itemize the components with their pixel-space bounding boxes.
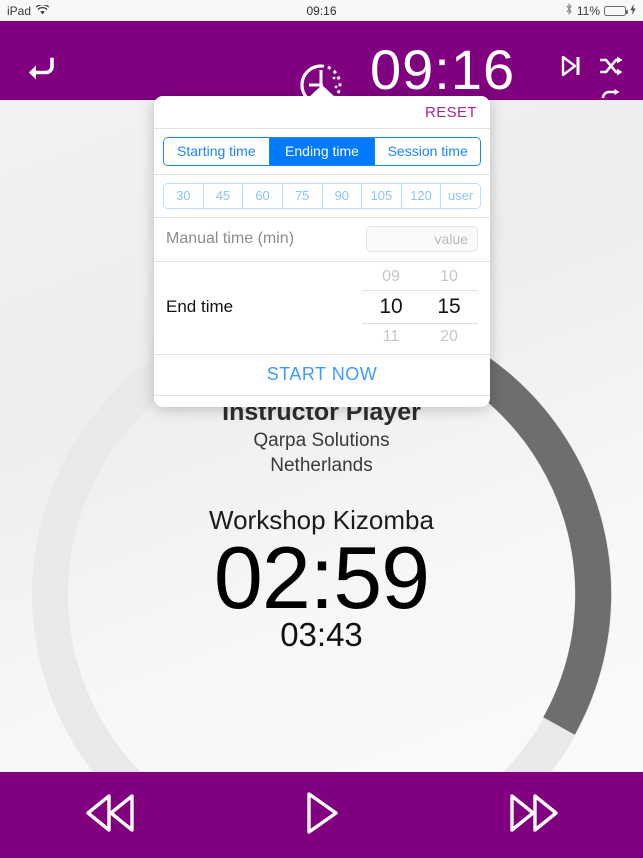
manual-time-label: Manual time (min) — [166, 230, 295, 247]
preset-duration-group: 30 45 60 75 90 105 120 user — [163, 183, 481, 209]
status-bar: iPad 09:16 11% — [0, 0, 643, 21]
play-icon[interactable] — [303, 791, 341, 840]
minute-picker-wheel[interactable]: 10 15 20 — [420, 264, 478, 350]
rewind-icon[interactable] — [82, 792, 140, 839]
segment-session-time[interactable]: Session time — [375, 138, 480, 165]
hour-above-value: 09 — [382, 268, 400, 285]
charging-bolt-icon — [630, 3, 636, 18]
preset-75[interactable]: 75 — [282, 184, 323, 208]
popover-arrow — [309, 85, 335, 97]
header-clock-time: 09:16 — [370, 38, 516, 101]
segmented-control-row: Starting time Ending time Session time — [154, 128, 490, 166]
secondary-timer-display: 03:43 — [280, 616, 363, 653]
minute-above-value: 10 — [440, 268, 458, 285]
hour-below-value: 11 — [382, 328, 400, 345]
country-label: Netherlands — [270, 455, 373, 476]
segment-starting-time[interactable]: Starting time — [164, 138, 270, 165]
battery-percent-label: 11% — [576, 3, 600, 18]
preset-durations-row: 30 45 60 75 90 105 120 user — [154, 174, 490, 209]
time-settings-popover: RESET Starting time Ending time Session … — [154, 85, 490, 407]
hour-selected-value: 10 — [362, 290, 420, 324]
shuffle-icon[interactable] — [598, 54, 624, 83]
manual-time-input[interactable] — [366, 226, 478, 252]
preset-105[interactable]: 105 — [362, 184, 402, 208]
end-time-label: End time — [166, 297, 234, 316]
status-bar-right: 11% — [565, 3, 636, 18]
preset-30[interactable]: 30 — [164, 184, 204, 208]
preset-60[interactable]: 60 — [243, 184, 283, 208]
main-timer-display: 02:59 — [213, 528, 430, 627]
status-bar-clock: 09:16 — [306, 3, 337, 18]
manual-time-row: Manual time (min) — [154, 217, 490, 261]
minute-below-value: 20 — [440, 328, 458, 345]
preset-45[interactable]: 45 — [203, 184, 244, 208]
company-name-label: Qarpa Solutions — [253, 430, 390, 451]
time-mode-segmented-control: Starting time Ending time Session time — [163, 137, 481, 166]
skip-to-end-icon[interactable] — [558, 54, 582, 83]
end-time-row: End time 09 10 11 10 15 20 — [154, 261, 490, 354]
preset-90[interactable]: 90 — [322, 184, 363, 208]
minute-selected-value: 15 — [420, 290, 478, 324]
popover-footer — [154, 395, 490, 407]
return-arrow-icon[interactable] — [24, 56, 56, 87]
time-picker[interactable]: 09 10 11 10 15 20 — [362, 264, 478, 350]
reset-button[interactable]: RESET — [154, 96, 490, 128]
start-now-button[interactable]: START NOW — [154, 354, 490, 395]
bluetooth-icon — [565, 3, 573, 18]
preset-user[interactable]: user — [441, 184, 480, 208]
preset-120[interactable]: 120 — [401, 184, 442, 208]
playback-toolbar — [0, 772, 643, 858]
fast-forward-icon[interactable] — [504, 792, 562, 839]
segment-ending-time[interactable]: Ending time — [269, 138, 376, 165]
hour-picker-wheel[interactable]: 09 10 11 — [362, 264, 420, 350]
battery-icon — [604, 5, 628, 16]
